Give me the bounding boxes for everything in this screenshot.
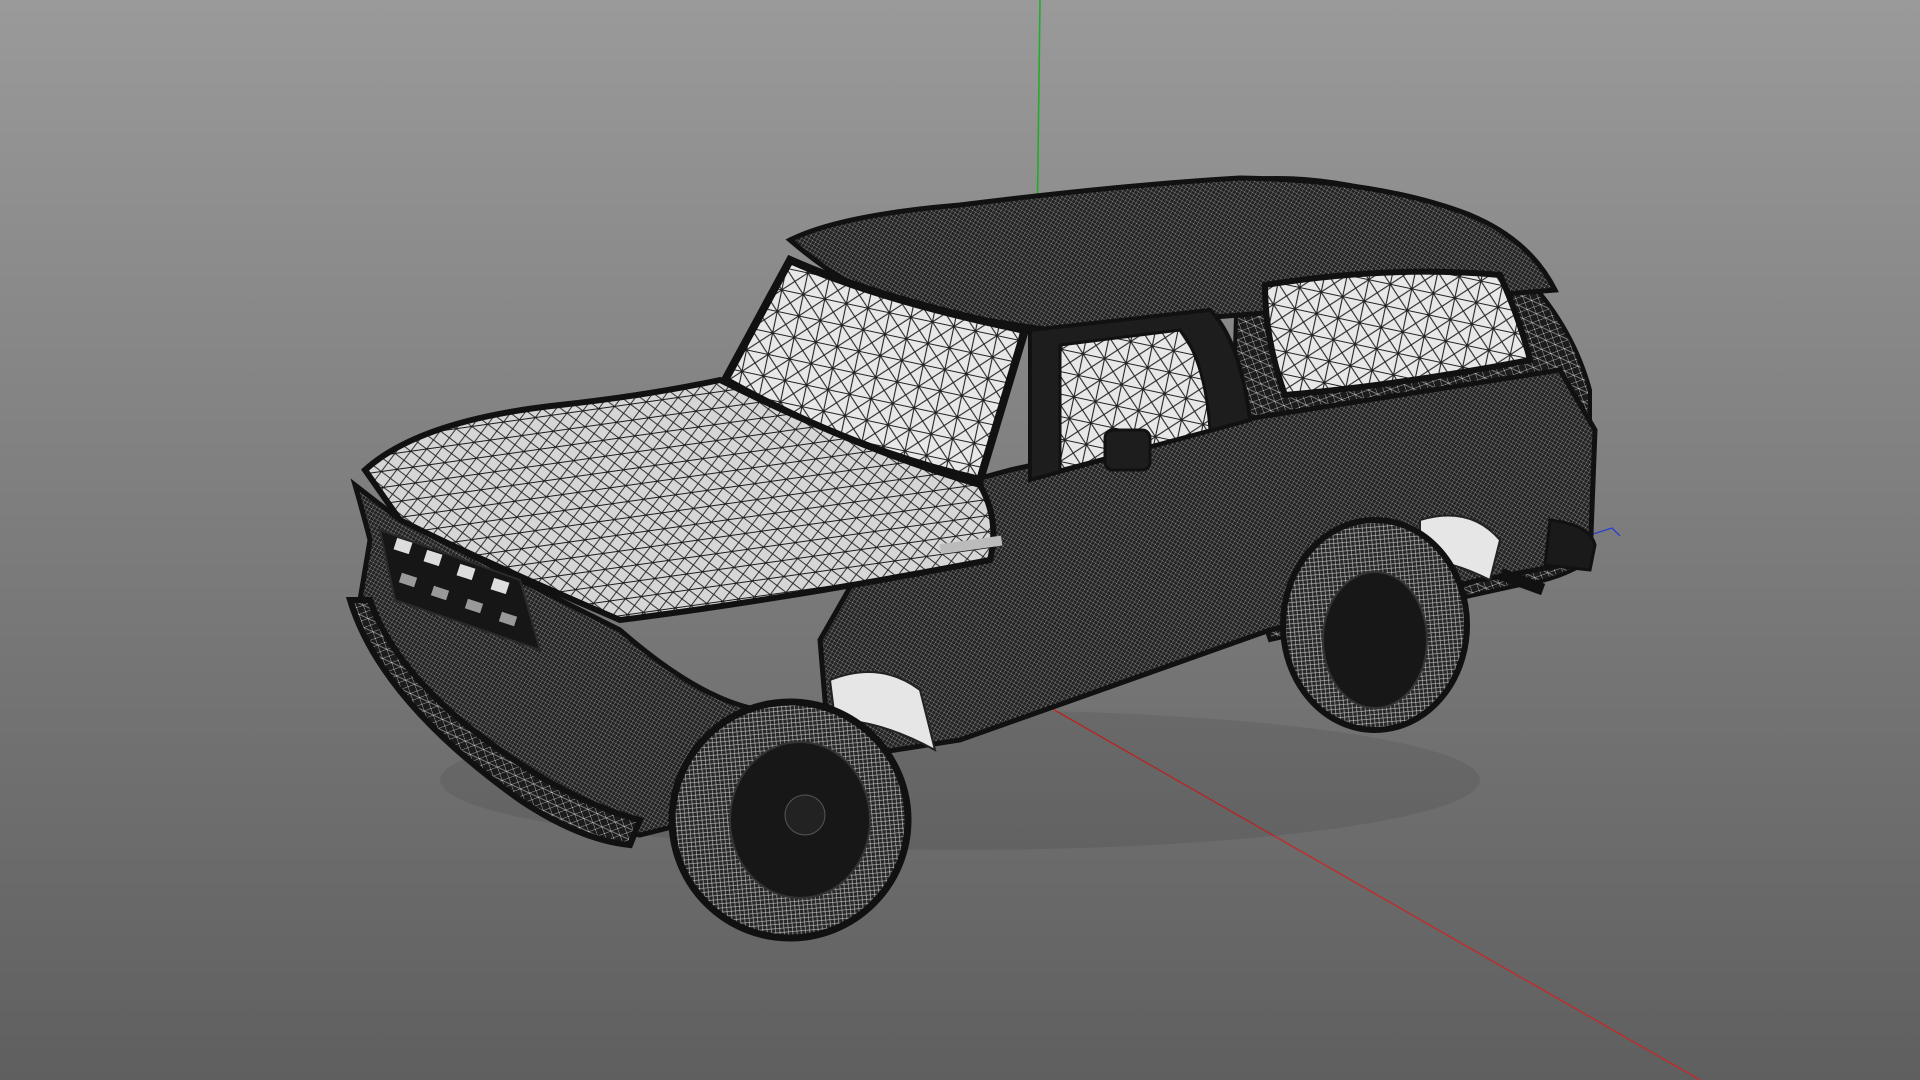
side-mirror <box>1103 428 1152 472</box>
front-tire <box>668 698 912 942</box>
truck-mesh[interactable] <box>345 175 1598 942</box>
viewport-scene[interactable] <box>0 0 1920 1080</box>
3d-viewport[interactable] <box>0 0 1920 1080</box>
rear-tire <box>1280 517 1470 733</box>
z-axis-marker <box>1589 527 1621 537</box>
